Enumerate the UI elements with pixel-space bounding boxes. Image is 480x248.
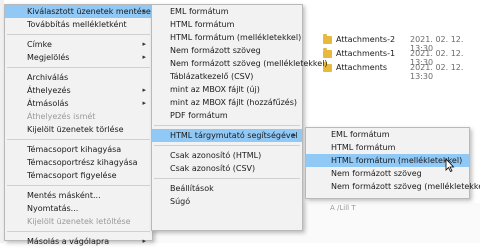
folder-icon [323,48,332,58]
file-name: Attachments-2 [336,35,396,44]
save-selected-submenu: EML formátum HTML formátum HTML formátum (… [151,4,328,231]
menu-item-label: Témacsoport figyelése [27,171,117,180]
menu-separator [7,139,150,140]
menu-item-nyomtatas[interactable]: Nyomtatás... [5,202,152,215]
menu-item-atmasolas[interactable]: Átmásolás ▸ [5,97,152,110]
menu-item-athelyezes-ismet: Áthelyezés ismét [5,110,152,123]
folder-icon [323,34,332,44]
submenu-arrow-icon: ▸ [142,237,146,245]
menu-item-archivalas[interactable]: Archiválás [5,71,152,84]
menu-item-label: Súgó [170,197,191,206]
menu-item-tovabbitas-mellekletkent[interactable]: Továbbítás mellékletként [5,18,152,31]
menu-item-label: Beállítások [170,184,214,193]
menu-separator [154,125,300,126]
menu-item-html-targymutato-segitsegevel[interactable]: HTML tárgymutató segítségével ▸ [152,129,302,142]
menu-item-sugo[interactable]: Súgó [152,195,302,208]
submenu-arrow-icon: ▸ [142,7,146,15]
menu-item-label: Nem formázott szöveg (mellékletekkel) [170,59,328,68]
menu-item-label: Áthelyezés ismét [27,112,96,121]
file-name: Attachments-1 [336,49,396,58]
menu-separator [7,34,150,35]
menu-item-label: Nem formázott szöveg [331,169,422,178]
menu-item-kivalasztott-uzenetek-mentese[interactable]: Kiválasztott üzenetek mentése ▸ [5,5,152,18]
menu-item-kijelolt-uzenetek-letoltese: Kijelölt üzenetek letöltése [5,215,152,228]
menu-item-nem-formazott-szoveg[interactable]: Nem formázott szöveg [152,44,302,57]
menu-item-label: Témacsoportrész kihagyása [27,158,138,167]
menu-separator [154,145,300,146]
menu-item-label: mint az MBOX fájlt (hozzáfűzés) [170,98,297,107]
menu-item-csak-azonosito-csv[interactable]: Csak azonosító (CSV) [152,162,302,175]
file-date: 2021. 02. 12. 13:30 [410,63,464,81]
menu-item-label: HTML formátum [170,20,235,29]
menu-item-label: Áthelyezés [27,86,71,95]
menu-item-nem-formazott-szoveg-mellekletekkel[interactable]: Nem formázott szöveg (mellékletekkel) [152,57,328,70]
submenu-arrow-icon: ▸ [142,99,146,107]
file-name: Attachments [336,63,388,72]
menu-separator [7,185,150,186]
submenu-arrow-icon: ▸ [142,53,146,61]
menu-item-cimke[interactable]: Címke ▸ [5,38,152,51]
menu-item-beallitasok[interactable]: Beállítások [152,182,302,195]
file-row[interactable]: Attachments 2021. 02. 12. 13:30 [318,62,480,81]
menu-item-label: Átmásolás [27,99,69,108]
menu-item-megjeloles[interactable]: Megjelölés ▸ [5,51,152,64]
menu-item-label: mint az MBOX fájlt (új) [170,85,260,94]
menu-item-html-formatum[interactable]: HTML formátum [306,141,469,154]
menu-item-label: HTML formátum [331,143,396,152]
menu-item-kijelolt-uzenetek-torlese[interactable]: Kijelölt üzenetek törlése [5,123,152,136]
menu-item-label: HTML formátum (mellékletekkel) [331,156,463,165]
menu-item-label: Táblázatkezelő (CSV) [170,72,254,81]
menu-item-label: Témacsoport kihagyása [27,145,122,154]
menu-item-label: Nyomtatás... [27,204,79,213]
menu-item-label: Mentés másként... [27,191,101,200]
background-text: A /Lill T [330,204,356,212]
menu-item-athelyezes[interactable]: Áthelyezés ▸ [5,84,152,97]
menu-item-label: Kiválasztott üzenetek mentése [27,7,151,16]
menu-item-eml-formatum[interactable]: EML formátum [152,5,302,18]
menu-item-mint-az-mbox-fajlt-hozzafuzes[interactable]: mint az MBOX fájlt (hozzáfűzés) [152,96,302,109]
menu-item-html-formatum-mellekletekkel[interactable]: HTML formátum (mellékletekkel) [152,31,302,44]
file-list: Attachments-2 2021. 02. 12. 13:30 Attach… [318,34,480,81]
menu-item-label: Nem formázott szöveg [170,46,261,55]
submenu-arrow-icon: ▸ [292,131,296,139]
menu-item-label: Címke [27,40,52,49]
menu-item-label: HTML formátum (mellékletekkel) [170,33,302,42]
mouse-cursor-icon [445,158,455,172]
menu-item-label: EML formátum [331,130,390,139]
menu-item-label: Másolás a vágólapra [27,237,110,246]
menu-item-label: Csak azonosító (CSV) [170,164,256,173]
menu-item-temacsoport-kihagyasa[interactable]: Témacsoport kihagyása [5,143,152,156]
menu-item-label: Kijelölt üzenetek törlése [27,125,124,134]
menu-item-csak-azonosito-html[interactable]: Csak azonosító (HTML) [152,149,302,162]
menu-item-nem-formazott-szoveg-mellekletekkel[interactable]: Nem formázott szöveg (mellékletekkel) [306,180,480,193]
menu-item-eml-formatum[interactable]: EML formátum [306,128,469,141]
menu-item-html-formatum[interactable]: HTML formátum [152,18,302,31]
menu-item-pdf-formatum[interactable]: PDF formátum [152,109,302,122]
menu-item-label: Nem formázott szöveg (mellékletekkel) [331,182,480,191]
menu-separator [154,178,300,179]
menu-item-temacsoportresz-kihagyasa[interactable]: Témacsoportrész kihagyása [5,156,152,169]
menu-item-masolas-a-vagolapra[interactable]: Másolás a vágólapra ▸ [5,235,152,248]
menu-item-label: Kijelölt üzenetek letöltése [27,217,131,226]
file-row[interactable]: Attachments-2 2021. 02. 12. 13:30 [318,34,480,53]
menu-item-tablazatkezelo-csv[interactable]: Táblázatkezelő (CSV) [152,70,302,83]
menu-item-label: Megjelölés [27,53,70,62]
menu-item-label: PDF formátum [170,111,228,120]
menu-item-temacsoport-figyelese[interactable]: Témacsoport figyelése [5,169,152,182]
submenu-arrow-icon: ▸ [142,40,146,48]
context-menu: Kiválasztott üzenetek mentése ▸ Továbbítás… [4,4,153,246]
menu-item-label: HTML tárgymutató segítségével [170,131,298,140]
menu-item-label: Archiválás [27,73,69,82]
submenu-arrow-icon: ▸ [142,86,146,94]
menu-item-mint-az-mbox-fajlt-uj[interactable]: mint az MBOX fájlt (új) [152,83,302,96]
menu-item-label: EML formátum [170,7,229,16]
menu-item-mentes-maskent[interactable]: Mentés másként... [5,189,152,202]
menu-separator [7,67,150,68]
menu-item-label: Továbbítás mellékletként [27,20,127,29]
menu-item-label: Csak azonosító (HTML) [170,151,262,160]
menu-separator [7,231,150,232]
file-row[interactable]: Attachments-1 2021. 02. 12. 13:30 [318,48,480,67]
